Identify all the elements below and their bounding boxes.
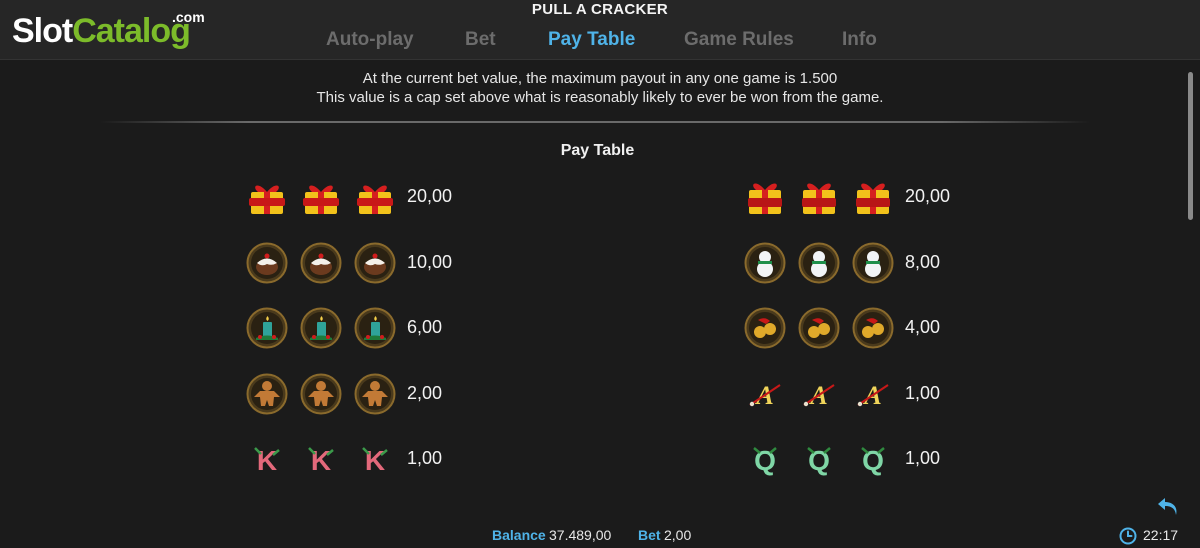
wild-gift-icon [856,183,890,214]
paytable-row: K K K 1,00 [246,438,476,482]
tab-info[interactable]: Info [842,29,877,51]
tab-auto-play[interactable]: Auto-play [326,29,414,51]
jingle-bells-icon [852,307,894,349]
snowman-icon [852,242,894,284]
jingle-bells-icon [744,307,786,349]
logo-dotcom: .com [172,9,205,25]
candle-icon [246,307,288,349]
footer: Balance 37.489,00 Bet 2,00 [0,527,1200,545]
christmas-pudding-icon [354,242,396,284]
payout-value: 20,00 [905,186,951,206]
letter-a-icon: A [857,381,889,410]
letter-k-icon: K [254,445,280,476]
top-bar: PULL A CRACKER SlotCatalog .com Auto-pla… [0,0,1200,60]
christmas-pudding-icon [246,242,288,284]
paytable-row: 2,00 [246,373,476,417]
svg-text:K: K [365,445,385,476]
gingerbread-man-icon [300,373,342,415]
letter-a-icon: A [803,381,835,410]
christmas-pudding-icon [300,242,342,284]
paytable-row: 20,00 [744,176,974,220]
balance-value: 37.489,00 [549,527,612,543]
balance-label: Balance [492,527,546,543]
jackpot-gift-icon [357,185,393,214]
max-payout-notice: At the current bet value, the maximum pa… [0,69,1200,107]
candle-icon [354,307,396,349]
jackpot-gift-icon [303,185,339,214]
payout-value: 2,00 [407,383,443,403]
gingerbread-man-icon [354,373,396,415]
payout-value: 1,00 [905,383,941,403]
notice-line-1: At the current bet value, the maximum pa… [362,70,838,87]
letter-a-icon: A [749,381,781,410]
jingle-bells-icon [798,307,840,349]
notice-line-2: This value is a cap set above what is re… [316,89,884,106]
clock-icon [1119,527,1137,545]
paytable-row: 20,00 [246,176,476,220]
paytable-row: A A A 1,00 [744,373,974,417]
letter-q-icon: Q [753,445,777,476]
snowman-icon [744,242,786,284]
payout-value: 1,00 [905,448,941,468]
snowman-icon [798,242,840,284]
payout-value: 8,00 [905,252,941,272]
bet-value: 2,00 [664,527,692,543]
svg-text:K: K [257,445,277,476]
letter-k-icon: K [308,445,334,476]
candle-icon [300,307,342,349]
payout-value: 4,00 [905,317,941,337]
payout-value: 1,00 [407,448,443,468]
paytable-row: 4,00 [744,307,974,351]
paytable-row: 6,00 [246,307,476,351]
tab-bet[interactable]: Bet [465,29,496,51]
tab-pay-table[interactable]: Pay Table [548,29,635,51]
bet-label: Bet [638,527,661,543]
payout-value: 6,00 [407,317,443,337]
paytable-row: 10,00 [246,242,476,286]
letter-q-icon: Q [861,445,885,476]
paytable-row: 8,00 [744,242,974,286]
wild-gift-icon [802,183,836,214]
jackpot-gift-icon [249,185,285,214]
gingerbread-man-icon [246,373,288,415]
divider [100,121,1090,123]
scrollbar[interactable] [1188,72,1193,220]
clock-time: 22:17 [1143,527,1179,543]
letter-q-icon: Q [807,445,831,476]
payout-value: 20,00 [407,186,453,206]
tab-game-rules[interactable]: Game Rules [684,29,794,51]
pay-table-title: Pay Table [560,142,635,159]
tab-bar: Auto-play Bet Pay Table Game Rules Info [0,29,1200,53]
paytable-row: Q Q Q 1,00 [744,438,974,482]
back-arrow-icon[interactable] [1155,495,1181,519]
wild-gift-icon [748,183,782,214]
letter-k-icon: K [362,445,388,476]
svg-text:K: K [311,445,331,476]
payout-value: 10,00 [407,252,453,272]
